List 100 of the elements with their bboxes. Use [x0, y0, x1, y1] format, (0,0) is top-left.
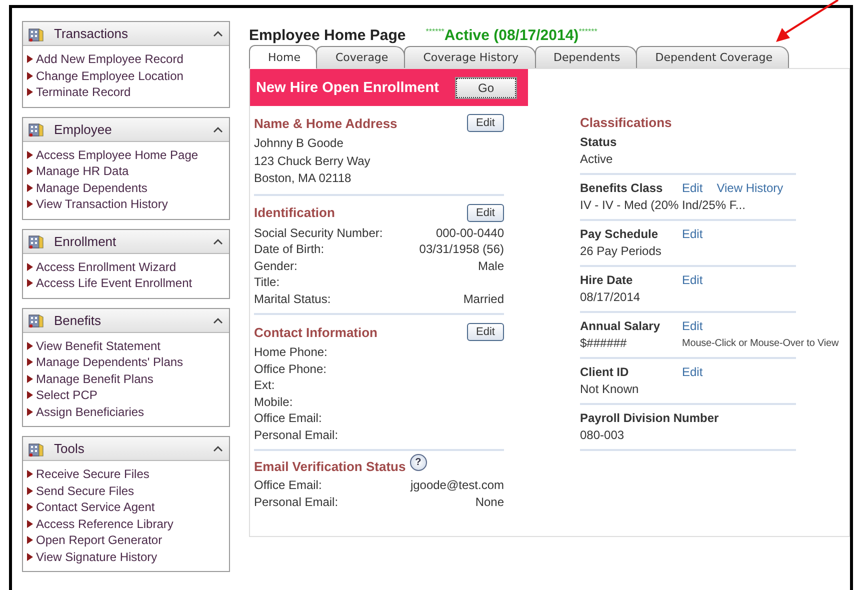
field-label: Pay Schedule — [580, 226, 660, 243]
address-line: Johnny B Goode — [254, 135, 344, 152]
menu-link[interactable]: Access Reference Library — [27, 516, 225, 532]
section-title: Classifications — [580, 115, 673, 130]
field-label: Office Phone: — [254, 360, 326, 377]
panel-header[interactable]: Tools — [23, 437, 229, 461]
section-title: Name & Home Address — [254, 116, 398, 130]
go-button[interactable]: Go — [456, 78, 516, 98]
field-value: Active — [580, 151, 614, 168]
menu-link[interactable]: Add New Employee Record — [27, 51, 225, 68]
panel-title: Employee — [54, 122, 113, 136]
section-title: Email Verification Status — [254, 459, 406, 474]
menu-link[interactable]: Change Employee Location — [27, 68, 225, 84]
pointer-arrow — [776, 0, 839, 42]
edit-link[interactable]: View History — [716, 180, 784, 197]
section-title: Contact Information — [254, 324, 378, 340]
bullet-icon — [27, 184, 33, 192]
field-label: Payroll Division Number — [580, 410, 720, 427]
tab[interactable]: Dependent Coverage — [636, 46, 790, 68]
menu-link[interactable]: Select PCP — [27, 387, 225, 404]
menu-link[interactable]: Contact Service Agent — [27, 499, 225, 516]
tab[interactable]: Coverage — [316, 46, 406, 68]
status-text: ******Active (08/17/2014)****** — [426, 27, 598, 44]
collapse-icon[interactable] — [213, 316, 223, 324]
field-value: 26 Pay Periods — [580, 243, 662, 260]
panel-header[interactable]: Enrollment — [23, 230, 229, 254]
tab[interactable]: Dependents — [534, 46, 638, 68]
bullet-icon — [27, 536, 33, 544]
field-value: 000-00-0440 — [436, 224, 504, 241]
edit-button[interactable]: Edit — [467, 204, 504, 222]
bullet-icon — [27, 167, 33, 176]
menu-link[interactable]: Access Enrollment Wizard — [27, 258, 225, 275]
menu-link[interactable]: Open Report Generator — [27, 532, 225, 548]
field-value: 03/31/1958 (56) — [419, 241, 504, 258]
bullet-icon — [27, 200, 33, 208]
field-label: Office Email: — [254, 477, 322, 494]
collapse-icon[interactable] — [213, 238, 223, 244]
bullet-icon — [27, 408, 33, 416]
menu-link[interactable]: View Signature History — [27, 548, 225, 565]
collapse-icon[interactable] — [213, 126, 223, 132]
bullet-icon — [27, 342, 33, 350]
edit-button[interactable]: Edit — [467, 114, 504, 132]
collapse-icon[interactable] — [213, 445, 223, 452]
edit-link[interactable]: Edit — [682, 272, 703, 289]
panel-header[interactable]: Employee — [23, 118, 229, 142]
field-label: Personal Email: — [254, 494, 338, 510]
hint-text: Mouse-Click or Mouse-Over to View — [682, 337, 839, 351]
menu-link[interactable]: Manage Dependents — [27, 180, 225, 196]
menu-link[interactable]: View Benefit Statement — [27, 338, 225, 354]
field-label: Personal Email: — [254, 426, 338, 443]
field-value: Married — [463, 290, 504, 307]
field-value: Male — [478, 258, 504, 274]
field-label: Hire Date — [580, 272, 634, 289]
panel-title: Enrollment — [54, 234, 118, 248]
menu-link[interactable]: Access Employee Home Page — [27, 146, 225, 163]
building-icon — [28, 440, 44, 456]
field-label: Gender: — [254, 258, 298, 274]
tab[interactable]: Home — [249, 45, 318, 69]
field-label: Social Security Number: — [254, 224, 383, 241]
field-value: 08/17/2014 — [580, 289, 642, 306]
bullet-icon — [27, 358, 33, 366]
bullet-icon — [27, 503, 33, 512]
address-line: Boston, MA 02118 — [254, 170, 352, 187]
banner-text: New Hire Open Enrollment — [256, 80, 439, 96]
edit-button[interactable]: Edit — [467, 323, 504, 341]
field-value: None — [475, 494, 504, 510]
menu-link[interactable]: Manage HR Data — [27, 163, 225, 180]
field-value: jgoode@test.com — [410, 477, 504, 494]
field-label: Benefits Class — [580, 180, 664, 197]
bullet-icon — [27, 552, 33, 561]
menu-link[interactable]: Access Life Event Enrollment — [27, 275, 225, 292]
edit-link[interactable]: Edit — [682, 226, 703, 243]
bullet-icon — [27, 262, 33, 271]
menu-link[interactable]: Send Secure Files — [27, 482, 225, 499]
menu-link[interactable]: Assign Beneficiaries — [27, 404, 225, 420]
building-icon — [28, 26, 44, 42]
menu-link[interactable]: Manage Dependents' Plans — [27, 354, 225, 370]
bullet-icon — [27, 279, 33, 288]
bullet-icon — [27, 55, 33, 64]
bullet-icon — [27, 470, 33, 478]
edit-link[interactable]: Edit — [682, 364, 703, 381]
panel-header[interactable]: Transactions — [23, 22, 229, 46]
collapse-icon[interactable] — [213, 30, 223, 37]
menu-link[interactable]: Receive Secure Files — [27, 466, 225, 482]
menu-link[interactable]: Manage Benefit Plans — [27, 370, 225, 387]
building-icon — [28, 121, 44, 137]
field-label: Marital Status: — [254, 290, 331, 307]
bullet-icon — [27, 72, 33, 80]
field-label: Annual Salary — [580, 318, 662, 335]
tab[interactable]: Coverage History — [404, 46, 536, 68]
field-label: Mobile: — [254, 394, 293, 410]
menu-link[interactable]: Terminate Record — [27, 84, 225, 100]
panel-header[interactable]: Benefits — [23, 308, 229, 332]
edit-link[interactable]: Edit — [682, 318, 703, 335]
field-label: Status — [580, 134, 618, 151]
help-icon[interactable]: ? — [410, 454, 427, 471]
bullet-icon — [27, 88, 33, 96]
menu-link[interactable]: View Transaction History — [27, 196, 225, 212]
edit-link[interactable]: Edit — [682, 180, 703, 197]
bullet-icon — [27, 391, 33, 400]
